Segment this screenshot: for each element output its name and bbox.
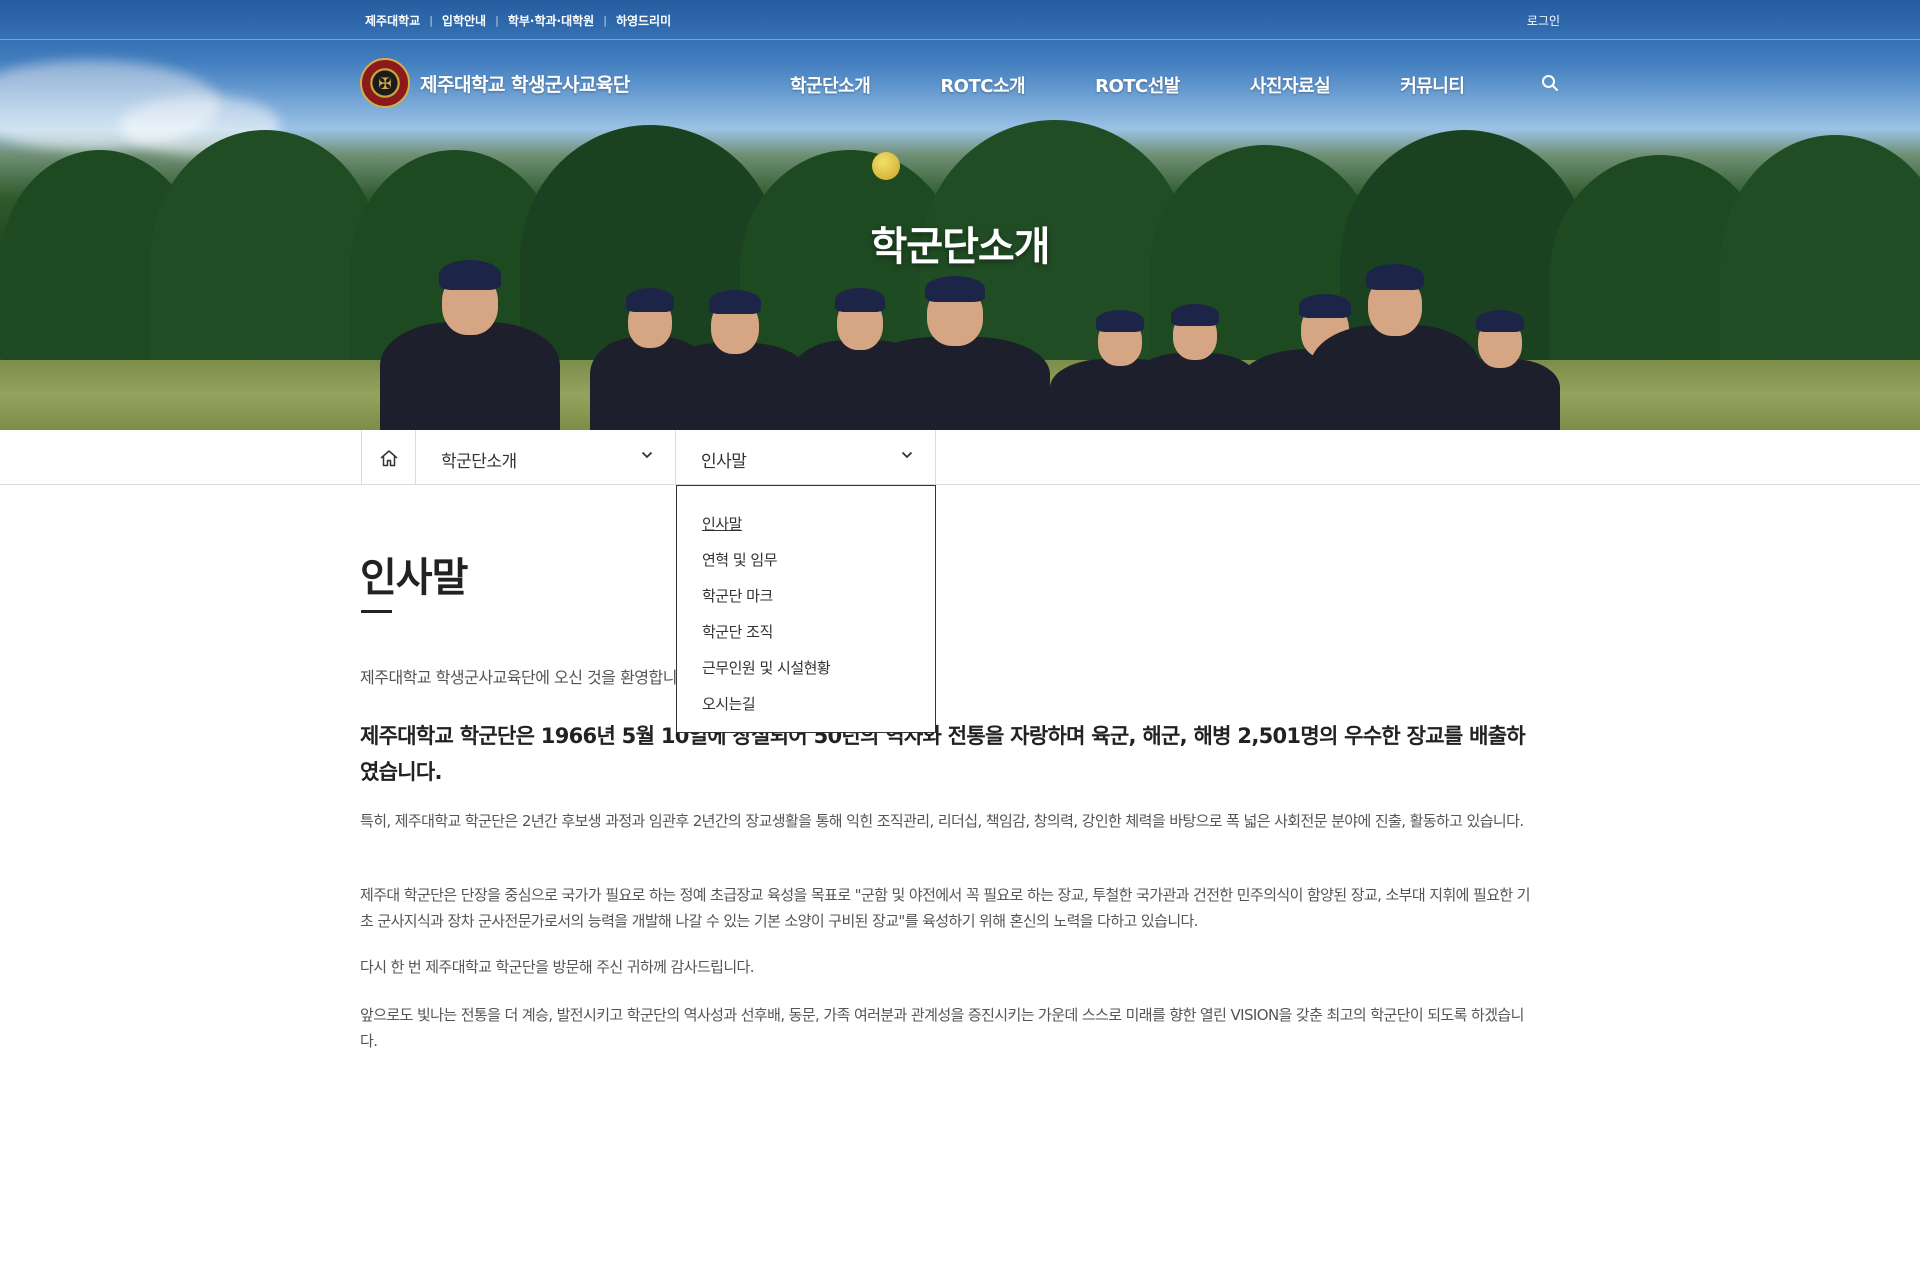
dropdown-item-label: 연혁 및 임무 [702,551,778,569]
dropdown-item-label: 학군단 조직 [702,623,773,641]
location-bar: 학군단소개 인사말 [0,430,1920,485]
dropdown-item-staff-facilities[interactable]: 근무인원 및 시설현황 [677,650,935,686]
home-icon [380,449,397,466]
dropdown-item-label: 오시는길 [702,695,756,713]
intro-text: 제주대학교 학생군사교육단에 오신 것을 환영합니다. [360,668,696,687]
location-depth2-dropdown: 인사말 연혁 및 임무 학군단 마크 학군단 조직 근무인원 및 시설현황 오시… [676,485,936,733]
page-title: 인사말 [360,555,468,601]
site-logo[interactable]: ✠ 제주대학교 학생군사교육단 [360,58,630,108]
dropdown-item-organization[interactable]: 학군단 조직 [677,614,935,650]
nav-item-rotc-intro[interactable]: ROTC소개 [940,72,1025,98]
dropdown-item-label: 근무인원 및 시설현황 [702,659,831,677]
search-icon [1542,75,1558,91]
dropdown-item-label: 학군단 마크 [702,587,773,605]
nav-item-community[interactable]: 커뮤니티 [1400,72,1465,98]
nav-item-about-corps[interactable]: 학군단소개 [790,72,871,98]
location-depth1-label: 학군단소개 [441,452,517,472]
lead-text: 제주대학교 학군단은 1966년 5월 10일에 창설되어 50년의 역사와 전… [360,724,1526,784]
location-depth2-select[interactable]: 인사말 [676,430,936,485]
utility-links: 제주대학교 | 입학안내 | 학부·학과·대학원 | 하영드리미 [365,12,671,29]
hero-title: 학군단소개 [870,224,1051,270]
dropdown-item-history[interactable]: 연혁 및 임무 [677,542,935,578]
util-link-hayoung-dreamy[interactable]: 하영드리미 [616,12,671,29]
paragraph-3: 다시 한 번 제주대학교 학군단을 방문해 주신 귀하께 감사드립니다. [360,958,755,976]
title-underline [361,610,392,613]
chevron-down-icon [641,451,653,459]
rotc-emblem-icon: ✠ [360,58,410,108]
location-depth2-label: 인사말 [701,452,747,472]
search-button[interactable] [1540,74,1560,94]
util-separator: | [429,14,433,27]
home-button[interactable] [361,430,416,485]
util-link-admission[interactable]: 입학안내 [442,12,486,29]
util-link-jeju-university[interactable]: 제주대학교 [365,12,420,29]
location-depth1-select[interactable]: 학군단소개 [416,430,676,485]
dropdown-item-directions[interactable]: 오시는길 [677,686,935,722]
nav-item-rotc-selection[interactable]: ROTC선발 [1095,72,1180,98]
paragraph-2: 제주대 학군단은 단장을 중심으로 국가가 필요로 하는 정예 초급장교 육성을… [360,886,1531,930]
nav-item-photo-gallery[interactable]: 사진자료실 [1250,72,1331,98]
util-separator: | [603,14,607,27]
util-separator: | [495,14,499,27]
dropdown-item-label: 인사말 [702,515,742,533]
paragraph-1: 특히, 제주대학교 학군단은 2년간 후보생 과정과 임관후 2년간의 장교생활… [360,812,1524,830]
login-link[interactable]: 로그인 [1527,12,1560,29]
main-navigation: 학군단소개 ROTC소개 ROTC선발 사진자료실 커뮤니티 [790,72,1465,98]
utility-bar: 제주대학교 | 입학안내 | 학부·학과·대학원 | 하영드리미 로그인 [0,0,1920,40]
dropdown-item-greeting[interactable]: 인사말 [677,506,935,542]
dropdown-item-mark[interactable]: 학군단 마크 [677,578,935,614]
paragraph-4: 앞으로도 빛나는 전통을 더 계승, 발전시키고 학군단의 역사성과 선후배, … [360,1006,1524,1050]
logo-text: 제주대학교 학생군사교육단 [420,73,630,96]
util-link-departments[interactable]: 학부·학과·대학원 [508,12,594,29]
chevron-down-icon [901,451,913,459]
